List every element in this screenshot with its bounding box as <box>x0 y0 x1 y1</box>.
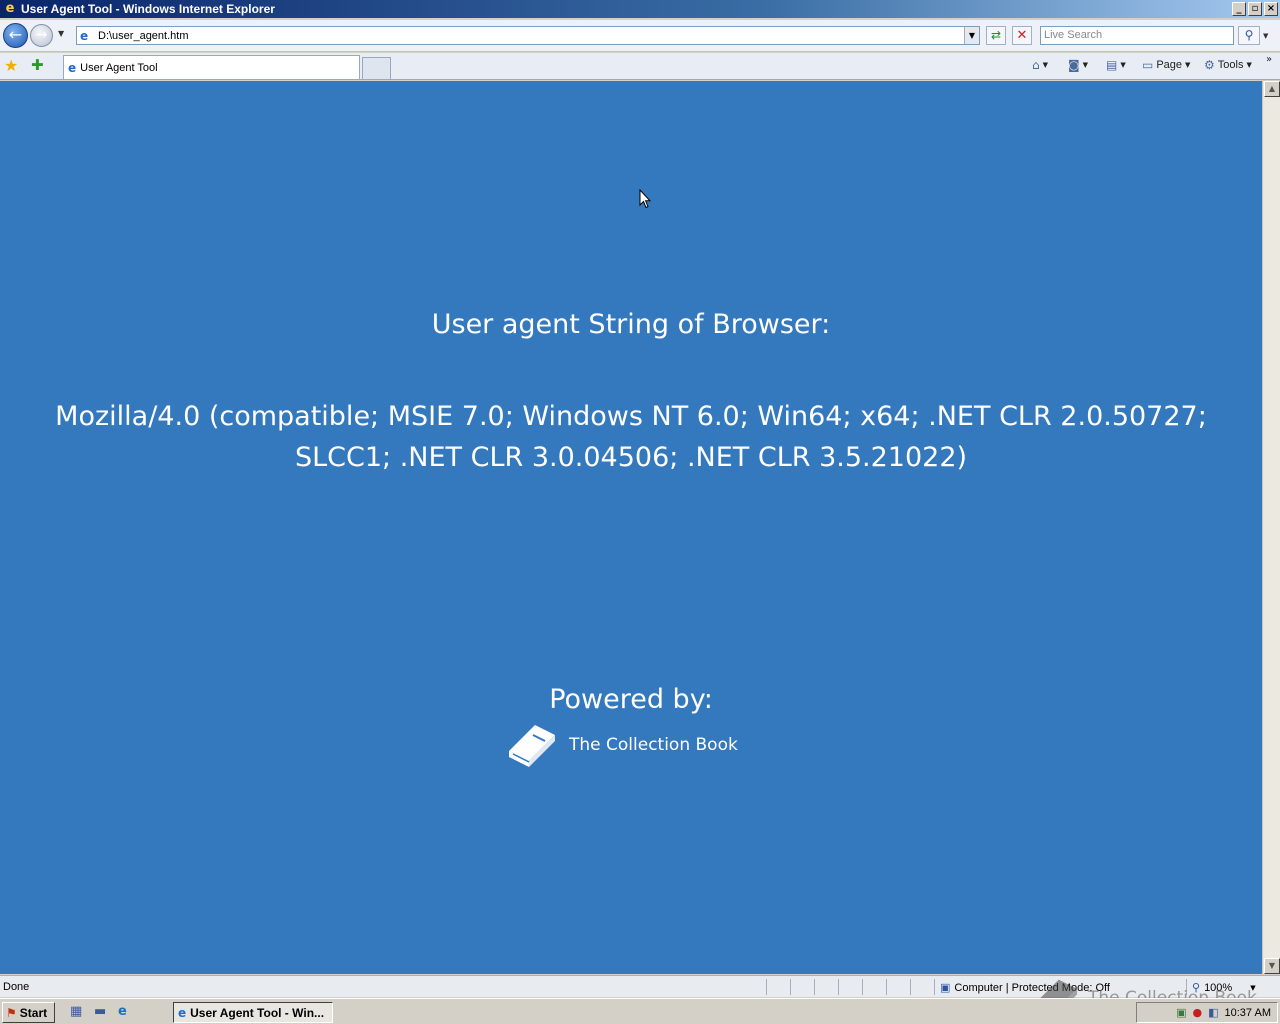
page-content: User agent String of Browser: Mozilla/4.… <box>0 81 1262 974</box>
history-dropdown-icon[interactable]: ▼ <box>58 29 64 38</box>
taskbar: ⚑ Start ▦ ▬ e e User Agent Tool - Win...… <box>0 998 1280 1024</box>
search-options-dropdown-icon[interactable]: ▼ <box>1263 32 1268 40</box>
tab-command-bar: ★ ✚ e User Agent Tool ⌂ ▼ ◙ ▼ ▤ ▼ ▭ Page ▼ … <box>0 53 1280 80</box>
feeds-button[interactable]: ◙ ▼ <box>1068 58 1088 72</box>
computer-icon: ▣ <box>940 981 951 994</box>
gear-icon: ⚙ <box>1204 58 1215 72</box>
system-tray: ▣ ● ◧ 10:37 AM <box>1136 1002 1278 1023</box>
show-desktop-icon[interactable]: ▬ <box>94 1004 106 1019</box>
address-bar[interactable]: e D:\user_agent.htm ▼ <box>76 26 980 45</box>
magnifier-icon[interactable]: ⚲ <box>1238 26 1260 45</box>
back-arrow-icon[interactable]: ← <box>3 23 28 48</box>
tools-menu-label: Tools <box>1217 59 1244 71</box>
start-button[interactable]: ⚑ Start <box>2 1002 55 1023</box>
tab-user-agent-tool[interactable]: e User Agent Tool <box>63 55 360 79</box>
print-button[interactable]: ▤ ▼ <box>1106 58 1126 72</box>
task-label: User Agent Tool - Win... <box>190 1005 325 1020</box>
tab-label: User Agent Tool <box>80 61 158 74</box>
new-tab-button[interactable] <box>362 57 391 79</box>
page-heading: User agent String of Browser: <box>431 309 831 340</box>
network-icon[interactable]: ▣ <box>1176 1006 1186 1019</box>
status-text: Done <box>3 981 30 993</box>
ie-task-icon: e <box>178 1005 187 1020</box>
chevron-more-icon[interactable]: » <box>1266 54 1272 65</box>
security-alert-icon[interactable]: ● <box>1193 1006 1203 1019</box>
navigation-bar: ← → ▼ e D:\user_agent.htm ▼ ⇄ ✕ Live Sea… <box>0 20 1280 52</box>
windows-flag-icon: ⚑ <box>6 1005 17 1020</box>
powered-by-label: Powered by: <box>549 684 713 715</box>
scroll-up-icon[interactable]: ▲ <box>1264 81 1280 97</box>
address-url[interactable]: D:\user_agent.htm <box>98 30 189 42</box>
star-icon[interactable]: ★ <box>4 56 18 75</box>
book-icon <box>509 725 555 767</box>
page-menu-label: Page <box>1156 59 1183 71</box>
volume-icon[interactable]: ◧ <box>1208 1006 1218 1019</box>
brand-logo[interactable]: The Collection Book <box>505 721 738 769</box>
tools-menu[interactable]: ⚙ Tools ▼ <box>1204 58 1252 72</box>
page-menu[interactable]: ▭ Page ▼ <box>1142 58 1190 72</box>
search-input[interactable]: Live Search <box>1040 26 1234 45</box>
ie-quicklaunch-icon[interactable]: e <box>118 1004 127 1019</box>
scroll-down-icon[interactable]: ▼ <box>1264 958 1280 974</box>
printer-icon: ▤ <box>1106 58 1118 72</box>
add-favorite-icon[interactable]: ✚ <box>31 56 44 74</box>
start-label: Start <box>19 1005 48 1020</box>
minimize-button[interactable]: _ <box>1232 2 1246 16</box>
window-title: User Agent Tool - Windows Internet Explo… <box>21 2 275 16</box>
window-controls: _ ▫ × <box>1232 2 1278 16</box>
maximize-button[interactable]: ▫ <box>1248 2 1262 16</box>
home-button[interactable]: ⌂ ▼ <box>1032 58 1048 72</box>
refresh-icon[interactable]: ⇄ <box>986 26 1006 45</box>
brand-name: The Collection Book <box>569 735 738 755</box>
taskbar-task-ie[interactable]: e User Agent Tool - Win... <box>173 1002 333 1023</box>
vertical-scrollbar[interactable]: ▲ ▼ <box>1262 81 1280 974</box>
home-icon: ⌂ <box>1032 58 1040 72</box>
mouse-cursor-icon <box>639 189 651 209</box>
tab-favicon-icon: e <box>68 60 77 75</box>
page-icon: ▭ <box>1142 58 1154 72</box>
close-button[interactable]: × <box>1264 2 1278 16</box>
clock[interactable]: 10:37 AM <box>1225 1007 1271 1019</box>
server-manager-icon[interactable]: ▦ <box>70 1004 82 1019</box>
ie-logo-icon: e <box>5 1 15 16</box>
address-dropdown-icon[interactable]: ▼ <box>964 27 979 44</box>
user-agent-string: Mozilla/4.0 (compatible; MSIE 7.0; Windo… <box>55 401 1207 473</box>
stop-icon[interactable]: ✕ <box>1012 26 1032 45</box>
title-bar: e User Agent Tool - Windows Internet Exp… <box>0 0 1280 18</box>
forward-arrow-icon[interactable]: → <box>30 24 53 47</box>
page-favicon-icon: e <box>80 28 89 43</box>
rss-icon: ◙ <box>1068 58 1080 72</box>
